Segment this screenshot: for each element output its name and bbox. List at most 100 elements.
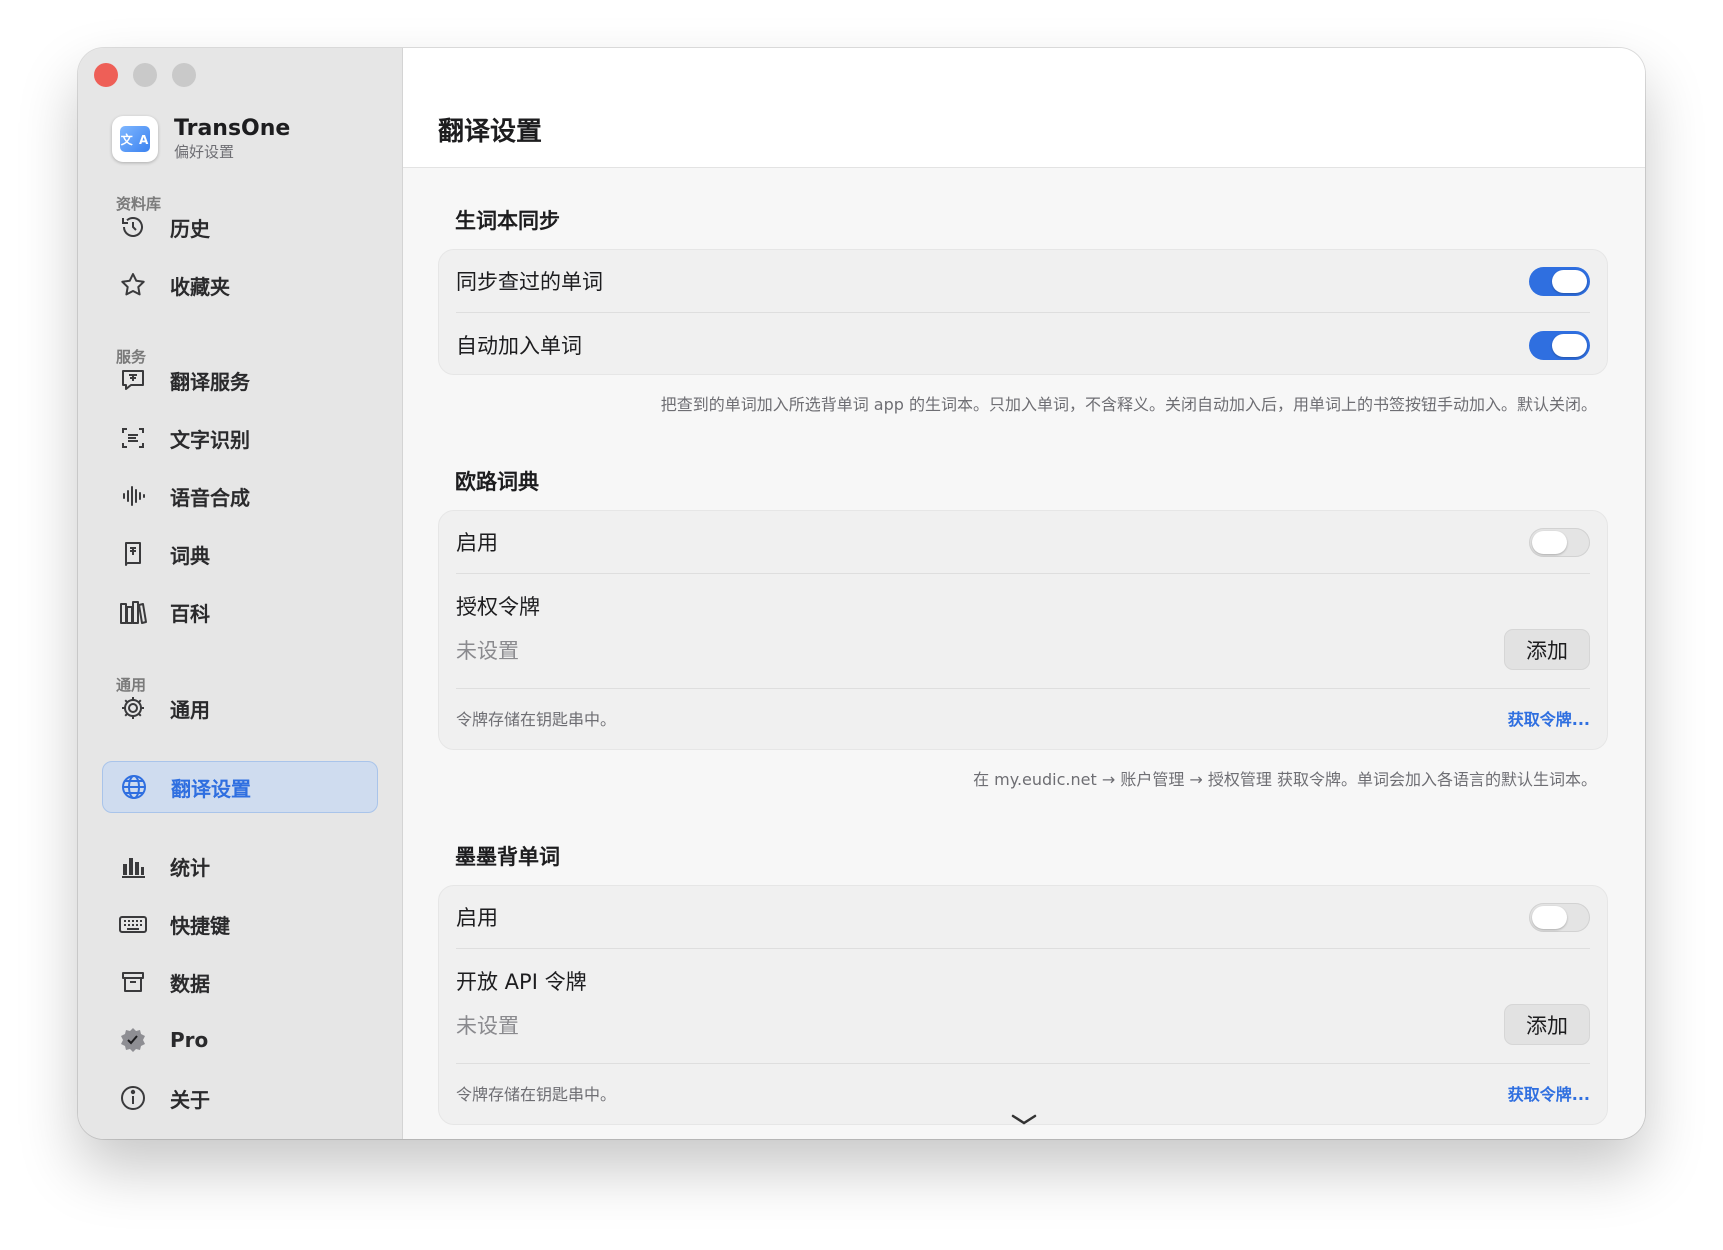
books-icon — [118, 597, 148, 627]
eudic-title: 欧路词典 — [455, 470, 539, 494]
app-subtitle: 偏好设置 — [174, 143, 235, 161]
sync-looked-up-label: 同步查过的单词 — [456, 270, 603, 294]
main-header: 翻译设置 — [403, 48, 1645, 168]
sidebar-item-shortcuts[interactable]: 快捷键 — [102, 898, 378, 950]
auto-add-row: 自动加入单词 — [456, 328, 1590, 362]
info-icon — [118, 1083, 148, 1113]
auto-add-toggle[interactable] — [1529, 330, 1590, 360]
sidebar-item-label: 翻译设置 — [171, 776, 251, 801]
app-header: 文 A TransOne 偏好设置 — [112, 116, 290, 162]
settings-content[interactable]: 生词本同步 同步查过的单词 自动加入单词 把查到的单词加入所选背单词 app 的… — [403, 169, 1645, 1139]
momo-token-label: 开放 API 令牌 — [456, 970, 587, 994]
eudic-enable-toggle[interactable] — [1529, 527, 1590, 557]
momo-card: 启用 开放 API 令牌 未设置 添加 令牌存储在钥匙串中。 获取令牌... — [438, 885, 1608, 1125]
sidebar-item-label: 语音合成 — [170, 485, 250, 510]
auto-add-label: 自动加入单词 — [456, 334, 582, 358]
sidebar-item-translation-settings[interactable]: 翻译设置 — [102, 761, 378, 813]
sidebar-item-encyclopedia[interactable]: 百科 — [102, 586, 378, 638]
scroll-down-chevron-icon[interactable] — [1010, 1108, 1038, 1133]
divider — [456, 688, 1590, 689]
archive-box-icon — [118, 967, 148, 997]
momo-token-value: 未设置 — [456, 1013, 519, 1038]
sidebar-item-history[interactable]: 历史 — [102, 201, 378, 253]
eudic-enable-label: 启用 — [456, 531, 498, 555]
momo-token-label-row: 开放 API 令牌 — [456, 964, 1590, 998]
eudic-card: 启用 授权令牌 未设置 添加 令牌存储在钥匙串中。 获取令牌... — [438, 510, 1608, 750]
sidebar-item-label: Pro — [170, 1028, 209, 1052]
toggle-knob — [1552, 269, 1587, 293]
vocab-sync-note: 把查到的单词加入所选背单词 app 的生词本。只加入单词，不含释义。关闭自动加入… — [660, 395, 1597, 414]
sidebar-item-general[interactable]: 通用 — [102, 682, 378, 734]
momo-title: 墨墨背单词 — [455, 845, 560, 869]
sidebar-item-label: 翻译服务 — [170, 369, 250, 394]
sidebar-item-label: 文字识别 — [170, 427, 250, 452]
momo-token-value-row: 未设置 添加 — [456, 1003, 1590, 1046]
divider — [456, 573, 1590, 574]
app-icon: 文 A — [112, 116, 158, 162]
eudic-note: 在 my.eudic.net → 账户管理 → 授权管理 获取令牌。单词会加入各… — [973, 770, 1597, 789]
sidebar-item-label: 词典 — [170, 543, 210, 568]
momo-storage-note: 令牌存储在钥匙串中。 — [456, 1085, 617, 1104]
close-window-button[interactable] — [94, 63, 118, 87]
gear-icon — [118, 693, 148, 723]
toggle-knob — [1532, 905, 1567, 929]
divider — [456, 1063, 1590, 1064]
globe-icon — [119, 772, 149, 802]
waveform-icon — [118, 481, 148, 511]
sidebar-item-statistics[interactable]: 统计 — [102, 840, 378, 892]
sidebar-item-about[interactable]: 关于 — [102, 1072, 378, 1124]
sidebar-item-text-recognition[interactable]: 文字识别 — [102, 412, 378, 464]
history-icon — [118, 212, 148, 242]
sidebar-item-label: 统计 — [170, 855, 210, 880]
eudic-token-label: 授权令牌 — [456, 595, 540, 619]
eudic-get-token-link[interactable]: 获取令牌... — [1508, 706, 1590, 730]
text-recognition-icon — [118, 423, 148, 453]
eudic-token-value-row: 未设置 添加 — [456, 628, 1590, 671]
sync-looked-up-row: 同步查过的单词 — [456, 264, 1590, 298]
dictionary-icon — [118, 539, 148, 569]
eudic-token-value: 未设置 — [456, 638, 519, 663]
eudic-storage-note: 令牌存储在钥匙串中。 — [456, 710, 617, 729]
translate-service-icon — [118, 365, 148, 395]
keyboard-icon — [118, 909, 148, 939]
bar-chart-icon — [118, 851, 148, 881]
sidebar-item-favorites[interactable]: 收藏夹 — [102, 259, 378, 311]
page-title: 翻译设置 — [438, 117, 543, 147]
momo-enable-row: 启用 — [456, 900, 1590, 934]
sidebar: 文 A TransOne 偏好设置 资料库 历史 收藏夹 服务 翻译服务 文字识… — [78, 48, 403, 1139]
verified-badge-icon — [118, 1025, 148, 1055]
toggle-knob — [1552, 333, 1587, 357]
divider — [456, 948, 1590, 949]
momo-footer-row: 令牌存储在钥匙串中。 获取令牌... — [456, 1078, 1590, 1108]
sidebar-item-label: 数据 — [170, 971, 210, 996]
minimize-window-button[interactable] — [133, 63, 157, 87]
vocab-sync-title: 生词本同步 — [455, 209, 560, 233]
divider — [456, 312, 1590, 313]
sidebar-item-data[interactable]: 数据 — [102, 956, 378, 1008]
momo-add-token-button[interactable]: 添加 — [1504, 1004, 1590, 1045]
momo-enable-toggle[interactable] — [1529, 902, 1590, 932]
momo-get-token-link[interactable]: 获取令牌... — [1508, 1081, 1590, 1105]
eudic-footer-row: 令牌存储在钥匙串中。 获取令牌... — [456, 703, 1590, 733]
sidebar-item-translation-services[interactable]: 翻译服务 — [102, 354, 378, 406]
sidebar-item-label: 通用 — [170, 697, 210, 722]
sidebar-item-label: 历史 — [170, 216, 210, 241]
eudic-enable-row: 启用 — [456, 525, 1590, 559]
sidebar-item-dictionary[interactable]: 词典 — [102, 528, 378, 580]
zoom-window-button[interactable] — [172, 63, 196, 87]
sidebar-item-pro[interactable]: Pro — [102, 1014, 378, 1066]
app-name: TransOne — [174, 116, 291, 141]
momo-enable-label: 启用 — [456, 906, 498, 930]
main-panel: 翻译设置 生词本同步 同步查过的单词 自动加入单词 把查到的单词加入所选背单词 … — [403, 48, 1645, 1139]
sidebar-item-label: 快捷键 — [170, 913, 230, 938]
sync-looked-up-toggle[interactable] — [1529, 266, 1590, 296]
app-icon-glyph: 文 A — [120, 126, 150, 152]
eudic-token-label-row: 授权令牌 — [456, 589, 1590, 623]
eudic-add-token-button[interactable]: 添加 — [1504, 629, 1590, 670]
sidebar-item-label: 关于 — [170, 1087, 210, 1112]
star-icon — [118, 270, 148, 300]
sidebar-item-speech-synthesis[interactable]: 语音合成 — [102, 470, 378, 522]
sidebar-item-label: 百科 — [170, 601, 210, 626]
window-controls — [94, 63, 196, 87]
vocab-sync-card: 同步查过的单词 自动加入单词 — [438, 249, 1608, 375]
